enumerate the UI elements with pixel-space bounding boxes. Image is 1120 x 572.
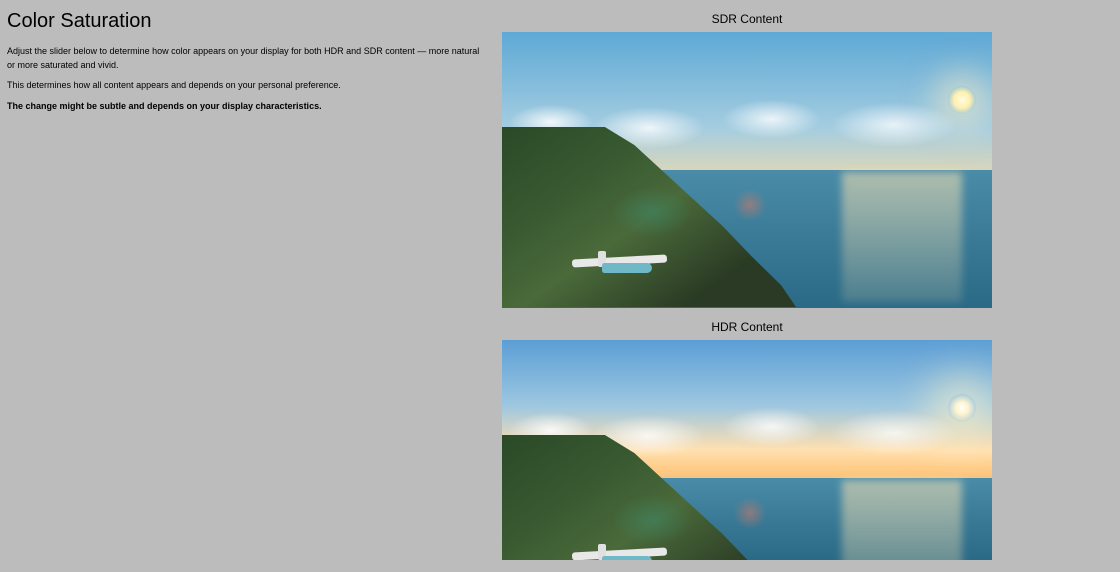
sdr-label: SDR Content xyxy=(502,12,992,26)
description-line-2: This determines how all content appears … xyxy=(7,79,487,93)
hdr-label: HDR Content xyxy=(502,320,992,334)
description-line-1: Adjust the slider below to determine how… xyxy=(7,45,487,72)
description-line-3: The change might be subtle and depends o… xyxy=(7,100,487,114)
preview-panel: SDR Content HDR Content xyxy=(502,12,992,572)
sdr-preview-image xyxy=(502,32,992,308)
page-title: Color Saturation xyxy=(7,10,487,33)
info-panel: Color Saturation Adjust the slider below… xyxy=(7,10,487,120)
hdr-preview-image xyxy=(502,340,992,560)
